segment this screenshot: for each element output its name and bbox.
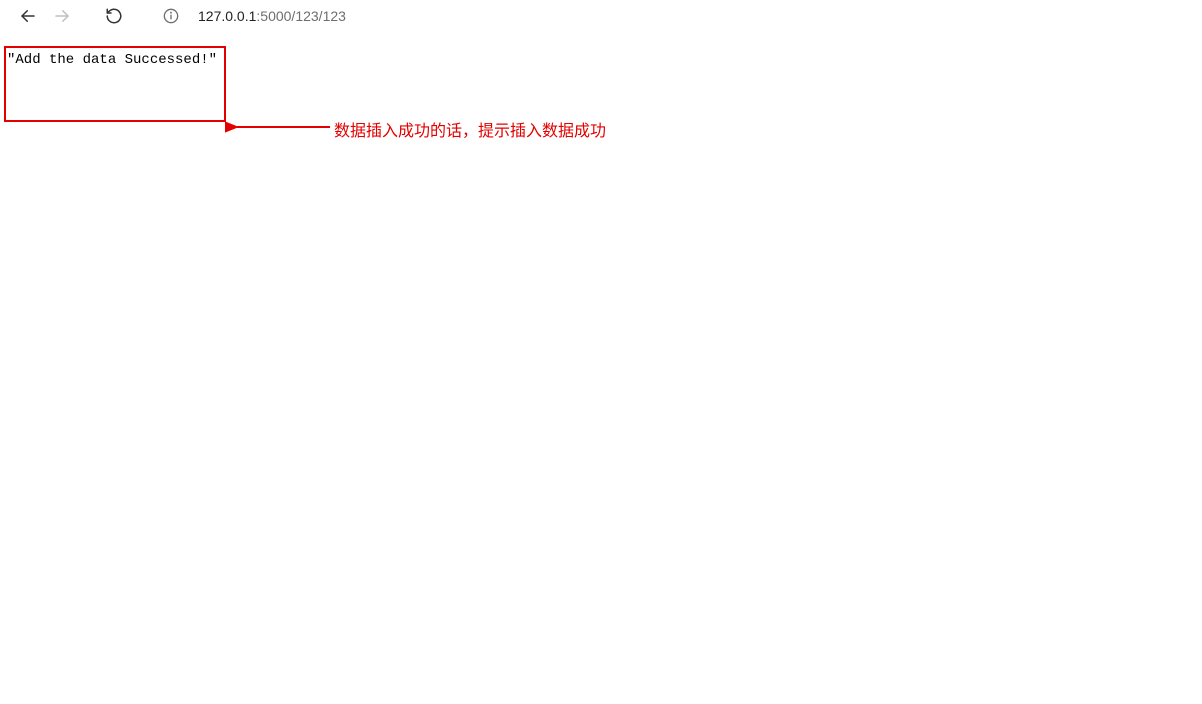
nav-buttons: [4, 6, 124, 26]
info-icon[interactable]: [162, 7, 180, 25]
address-bar[interactable]: 127.0.0.1:5000/123/123: [162, 7, 346, 25]
annotation-text: 数据插入成功的话，提示插入数据成功: [334, 117, 606, 141]
page-content: "Add the data Successed!" 数据插入成功的话，提示插入数…: [0, 32, 1202, 44]
annotation-arrow-icon: [225, 112, 335, 142]
url-host: 127.0.0.1: [198, 8, 256, 24]
browser-toolbar: 127.0.0.1:5000/123/123: [0, 0, 1202, 32]
reload-button[interactable]: [104, 6, 124, 26]
url-text[interactable]: 127.0.0.1:5000/123/123: [198, 8, 346, 24]
forward-button: [52, 6, 72, 26]
success-message: "Add the data Successed!": [7, 52, 217, 68]
url-path: :5000/123/123: [256, 8, 346, 24]
back-button[interactable]: [18, 6, 38, 26]
